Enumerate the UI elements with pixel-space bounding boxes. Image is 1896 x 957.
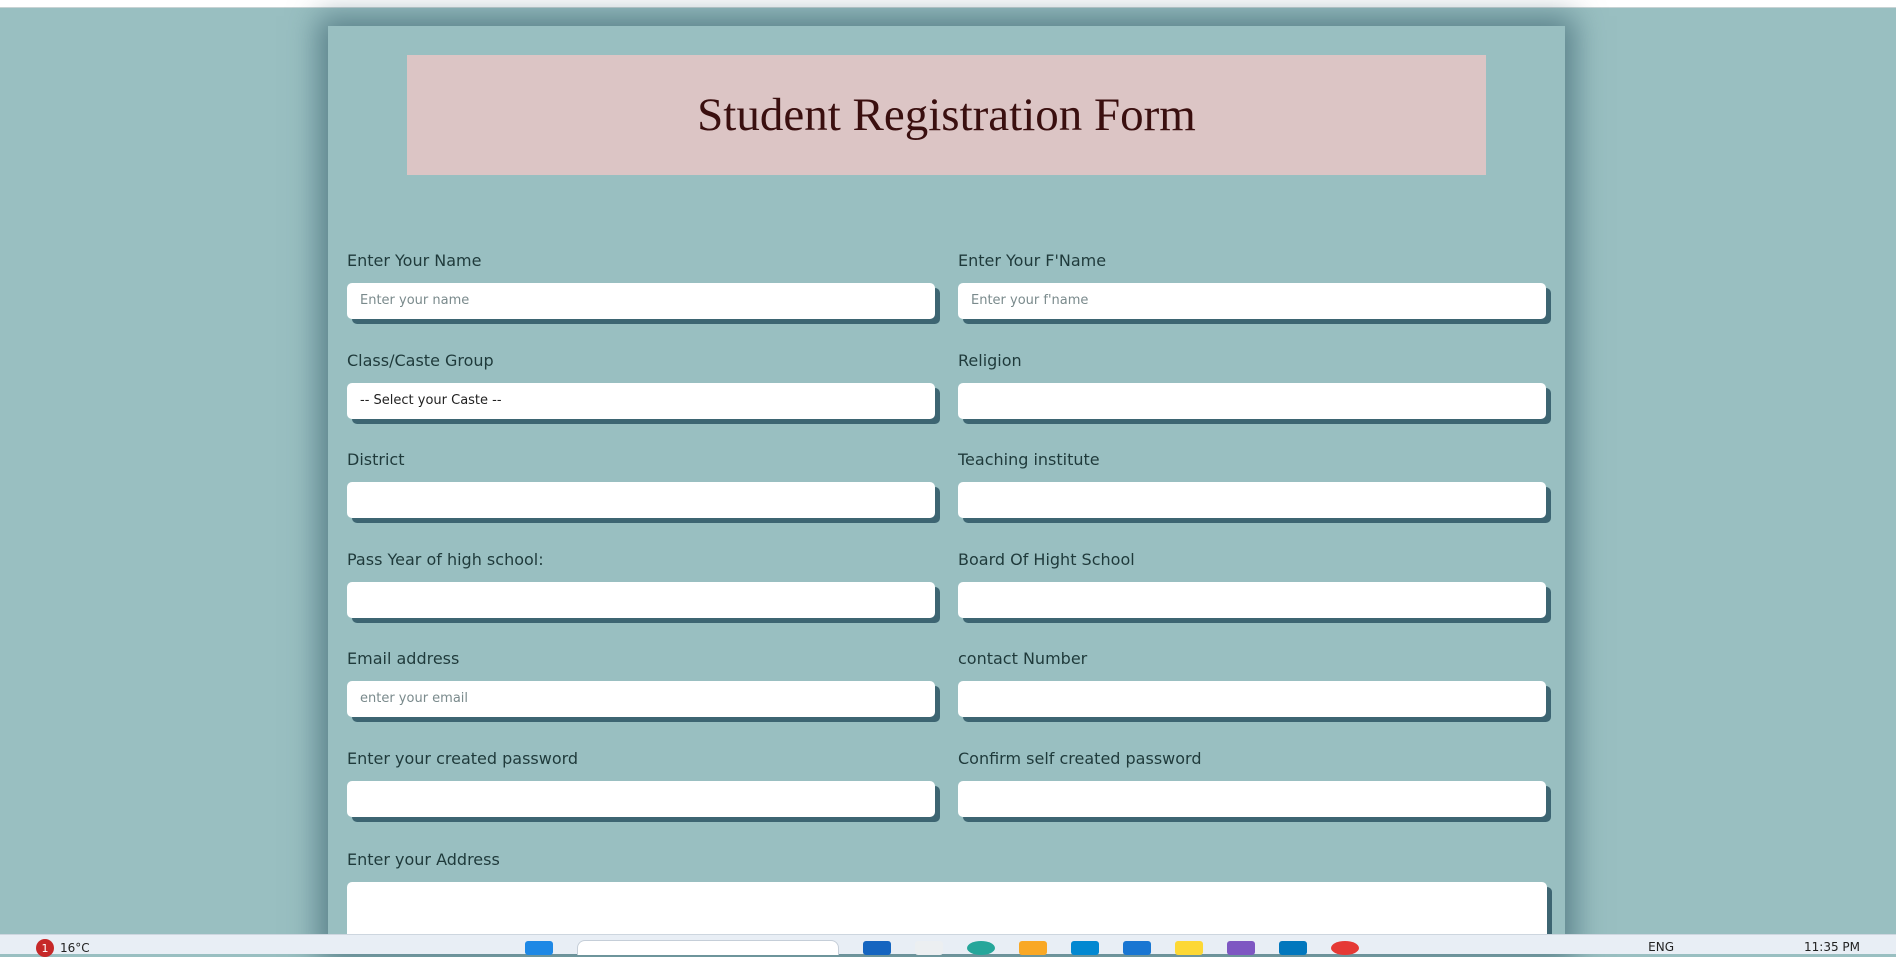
institute-field-group: Teaching institute	[958, 449, 1546, 518]
board-field-group: Board Of Hight School	[958, 549, 1546, 618]
religion-field-group: Religion	[958, 350, 1546, 419]
board-input[interactable]	[958, 582, 1546, 618]
district-field-group: District	[347, 449, 935, 518]
form-header: Student Registration Form	[407, 55, 1486, 175]
address-textarea[interactable]	[347, 882, 1547, 942]
caste-label: Class/Caste Group	[347, 351, 494, 370]
email-input[interactable]: enter your email	[347, 681, 935, 717]
email-label: Email address	[347, 649, 460, 668]
caste-field-group: Class/Caste Group -- Select your Caste -…	[347, 350, 935, 419]
confirm-password-input[interactable]	[958, 781, 1546, 817]
copilot-icon[interactable]	[863, 940, 891, 955]
institute-label: Teaching institute	[958, 450, 1100, 469]
pass-year-label: Pass Year of high school:	[347, 550, 544, 569]
vs-icon[interactable]	[1227, 940, 1255, 955]
sticky-notes-icon[interactable]	[1175, 940, 1203, 955]
store-icon[interactable]	[1071, 940, 1099, 955]
institute-input[interactable]	[958, 482, 1546, 518]
confirm-password-label: Confirm self created password	[958, 749, 1202, 768]
address-label: Enter your Address	[347, 850, 500, 869]
password-label: Enter your created password	[347, 749, 579, 768]
chrome-icon[interactable]	[1331, 940, 1359, 955]
name-field-group: Enter Your Name Enter your name	[347, 250, 935, 319]
password-input[interactable]	[347, 781, 935, 817]
district-label: District	[347, 450, 405, 469]
edge-icon[interactable]	[967, 940, 995, 955]
confirm-password-field-group: Confirm self created password	[958, 748, 1546, 817]
page-title: Student Registration Form	[697, 89, 1196, 141]
browser-top-bar	[0, 0, 1896, 8]
language-indicator[interactable]: ENG	[1648, 940, 1674, 954]
mail-icon[interactable]	[1123, 940, 1151, 955]
email-field-group: Email address enter your email	[347, 648, 935, 717]
weather-alert-badge: 1	[36, 939, 54, 957]
app-icon[interactable]	[1279, 940, 1307, 955]
file-icon[interactable]	[915, 940, 943, 955]
windows-start-icon[interactable]	[525, 940, 553, 955]
weather-widget[interactable]: 1 16°C	[36, 939, 90, 957]
name-input[interactable]: Enter your name	[347, 283, 935, 319]
name-label: Enter Your Name	[347, 251, 482, 270]
fname-input[interactable]: Enter your f'name	[958, 283, 1546, 319]
board-label: Board Of Hight School	[958, 550, 1135, 569]
contact-input[interactable]	[958, 681, 1546, 717]
system-tray: ENG 11:35 PM	[1648, 940, 1860, 954]
taskbar: 1 16°C ENG 11:35 PM	[0, 934, 1896, 957]
contact-field-group: contact Number	[958, 648, 1546, 717]
religion-label: Religion	[958, 351, 1022, 370]
religion-input[interactable]	[958, 383, 1546, 419]
folder-icon[interactable]	[1019, 940, 1047, 955]
clock-time[interactable]: 11:35 PM	[1804, 940, 1860, 954]
pass-year-input[interactable]	[347, 582, 935, 618]
caste-select[interactable]: -- Select your Caste --	[347, 383, 935, 419]
address-field-group: Enter your Address	[347, 849, 1547, 942]
registration-card: Student Registration Form Enter Your Nam…	[328, 26, 1565, 953]
contact-label: contact Number	[958, 649, 1088, 668]
district-input[interactable]	[347, 482, 935, 518]
fname-label: Enter Your F'Name	[958, 251, 1107, 270]
fname-field-group: Enter Your F'Name Enter your f'name	[958, 250, 1546, 319]
pass-year-field-group: Pass Year of high school:	[347, 549, 935, 618]
password-field-group: Enter your created password	[347, 748, 935, 817]
